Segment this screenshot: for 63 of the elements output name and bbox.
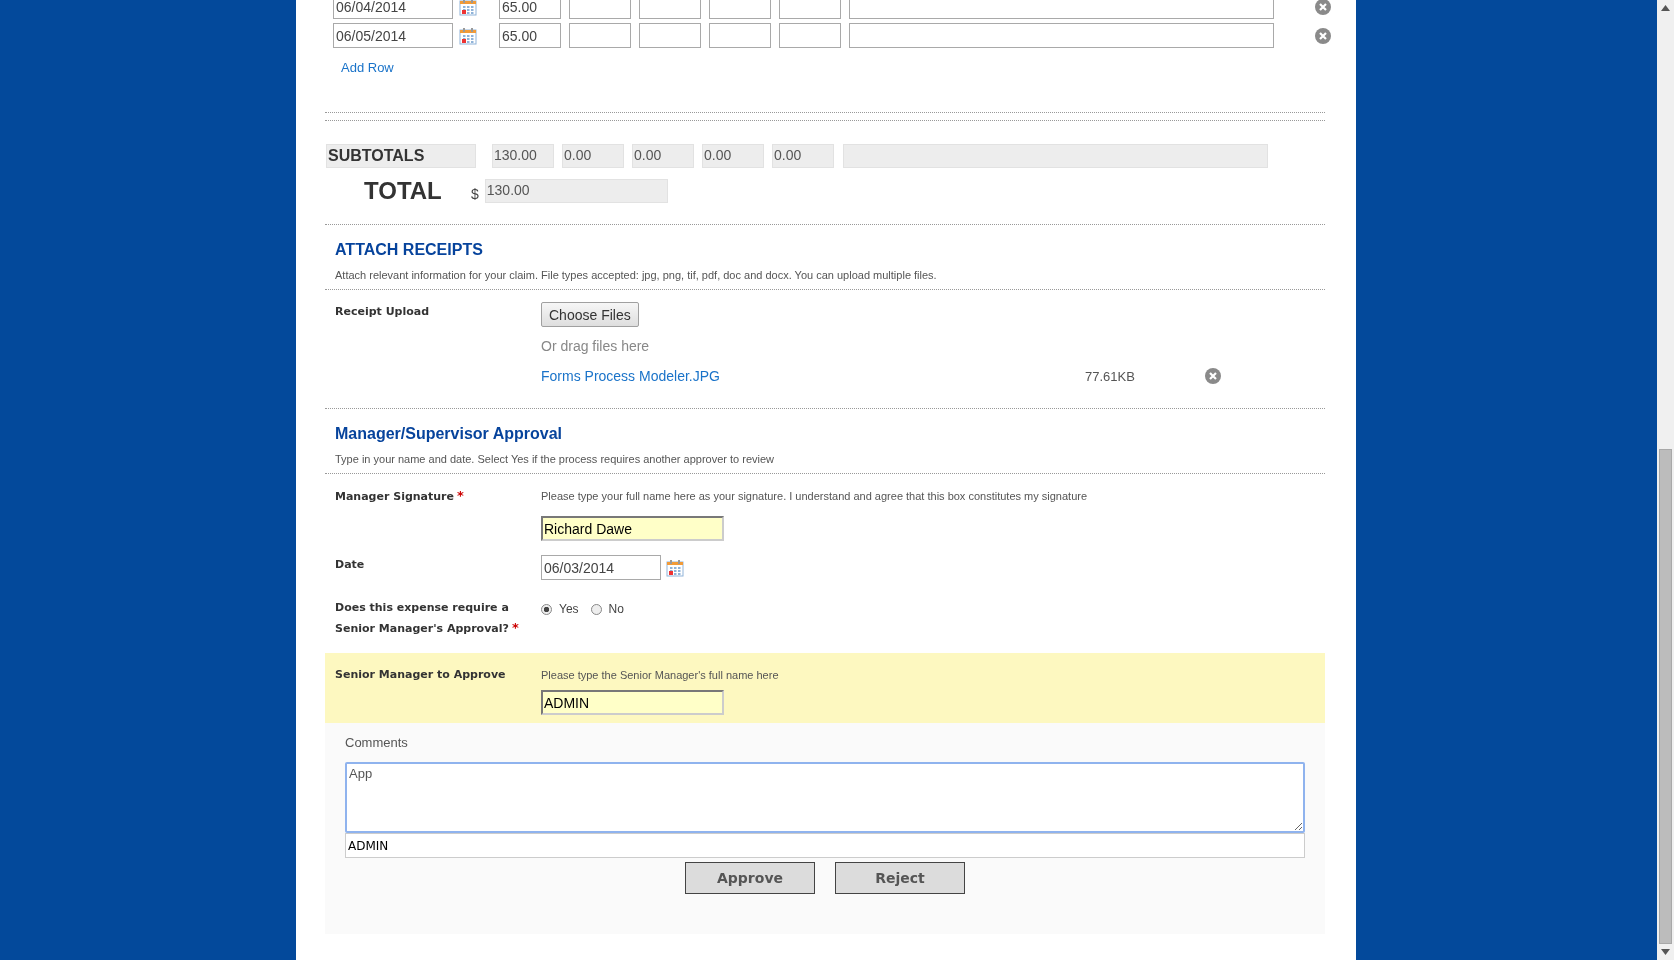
- scroll-up-icon[interactable]: [1661, 5, 1670, 11]
- file-link[interactable]: Forms Process Modeler.JPG: [541, 368, 720, 384]
- expense-field[interactable]: [569, 23, 631, 48]
- signature-field[interactable]: Richard Dawe: [541, 516, 724, 541]
- comment-author: ADMIN: [345, 833, 1305, 858]
- total-label: TOTAL: [364, 177, 443, 205]
- expense-field[interactable]: [639, 23, 701, 48]
- field-label: Manager Signature *: [335, 487, 465, 505]
- comments-field[interactable]: App: [345, 762, 1305, 833]
- description-field[interactable]: [849, 23, 1274, 48]
- total-field: 130.00: [484, 179, 668, 203]
- expense-field[interactable]: [779, 23, 841, 48]
- section-heading: Manager/Supervisor Approval: [335, 425, 564, 443]
- radio-icon[interactable]: [590, 603, 602, 615]
- choose-files-button[interactable]: Choose Files: [541, 302, 639, 327]
- file-size: 77.61KB: [1084, 368, 1136, 384]
- radio-option[interactable]: No: [590, 602, 624, 616]
- remove-icon[interactable]: [1204, 368, 1221, 384]
- scrollbar[interactable]: [1657, 0, 1674, 960]
- date-field[interactable]: 06/03/2014: [541, 555, 661, 580]
- subtotal-field: 0.00: [702, 144, 764, 168]
- amount-field[interactable]: 65.00: [499, 0, 561, 19]
- required-mark: *: [511, 620, 519, 635]
- field-hint: Please type the Senior Manager's full name here: [541, 668, 779, 683]
- subtotal-field: 0.00: [562, 144, 624, 168]
- action-button[interactable]: Reject: [835, 862, 965, 894]
- subtotals-label: SUBTOTALS: [326, 144, 476, 168]
- expense-field[interactable]: [709, 23, 771, 48]
- expense-field[interactable]: [779, 0, 841, 19]
- radio-icon[interactable]: [541, 603, 552, 615]
- calendar-icon[interactable]: [459, 0, 477, 16]
- field-label: Senior Manager to Approve: [335, 667, 507, 683]
- section-heading: ATTACH RECEIPTS: [335, 241, 484, 259]
- date-field[interactable]: 06/05/2014: [333, 23, 453, 48]
- add-row-link[interactable]: Add Row: [341, 60, 394, 75]
- section-description: Attach relevant information for your claim. File types accepted: jpg, png, tif, pdf, doc and docx. You can upload multiple files.: [335, 269, 938, 281]
- calendar-icon[interactable]: [666, 558, 684, 577]
- description-field[interactable]: [849, 0, 1274, 19]
- subtotal-field: 130.00: [492, 144, 554, 168]
- remove-icon[interactable]: [1315, 27, 1331, 44]
- required-mark: *: [457, 488, 464, 503]
- action-button[interactable]: Approve: [685, 862, 815, 894]
- section-description: Type in your name and date. Select Yes if the process requires another approver to review: [335, 453, 776, 465]
- remove-icon[interactable]: [1315, 0, 1331, 15]
- expense-field[interactable]: [639, 0, 701, 19]
- scrollbar-thumb[interactable]: [1659, 449, 1672, 944]
- expense-field[interactable]: [569, 0, 631, 19]
- scroll-down-icon[interactable]: [1661, 949, 1670, 955]
- subtotal-field: 0.00: [772, 144, 834, 168]
- field-label: Receipt Upload: [335, 304, 431, 320]
- drop-hint: Or drag files here: [541, 338, 650, 354]
- date-field[interactable]: 06/04/2014: [333, 0, 453, 19]
- field-hint: Please type your full name here as your signature. I understand and agree that this box constitutes my signature: [541, 489, 1088, 504]
- senior-manager-field[interactable]: ADMIN: [541, 690, 724, 715]
- expense-field[interactable]: [709, 0, 771, 19]
- field-label: Date: [335, 557, 366, 573]
- calendar-icon[interactable]: [459, 26, 477, 45]
- radio-option[interactable]: Yes: [541, 602, 579, 616]
- currency-symbol: $: [471, 186, 479, 202]
- amount-field[interactable]: 65.00: [499, 23, 561, 48]
- subtotal-field: 0.00: [632, 144, 694, 168]
- comments-label: Comments: [345, 735, 409, 750]
- field-label: Does this expense require a Senior Manager's Approval? *: [335, 600, 520, 637]
